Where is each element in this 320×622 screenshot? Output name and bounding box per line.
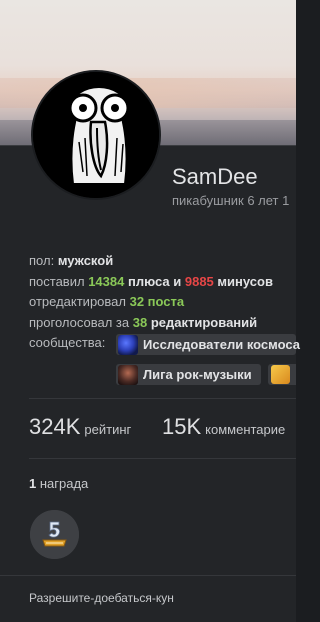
rating-value: 324K [29,414,81,439]
gender-label: пол: [29,253,55,268]
voted-count: 38 [132,314,148,330]
community-chip-space[interactable]: Исследователи космоса [116,334,300,355]
edited-label: отредактировал [29,294,126,309]
communities-label: сообщества: [29,335,106,350]
divider [29,458,296,459]
community-name: Исследователи космоса [143,337,300,352]
community-chip-rock[interactable]: Лига рок-музыки [116,364,261,385]
minuses-count: 9885 [184,273,214,289]
community-chip-more[interactable] [268,364,296,385]
divider [29,398,296,399]
award-5-years-badge[interactable] [30,510,79,559]
community-name: Лига рок-музыки [143,367,252,382]
awards-count: 1 [29,476,37,491]
rating-label: рейтинг [84,422,132,437]
comments-value: 15K [162,414,202,439]
edited-value: 32 поста [129,294,185,309]
divider [0,575,296,576]
gender-value: мужской [57,253,114,268]
comments-label: комментарие [205,422,286,437]
edited-row: отредактировал 32 поста [29,292,273,313]
award-5-years-icon [30,510,79,559]
pluses-count: 14384 [88,273,125,289]
awards-heading: 1 награда [29,476,88,491]
pluses-label: плюса и [127,273,182,289]
gender-row: пол: мужской [29,251,273,272]
voted-suffix: редактирований [150,314,258,330]
avatar[interactable] [31,70,161,200]
awards-label: награда [39,476,89,491]
votes-label: поставил [29,273,85,289]
username: SamDee [172,164,258,189]
rock-community-icon [118,364,138,385]
user-tenure: пикабушник 6 лет 1 [172,193,290,208]
minuses-label: минусов [217,273,273,289]
space-community-icon [118,334,138,355]
votes-row: поставил 14384 плюса и 9885 минусов [29,272,273,293]
rating-stat: 324K рейтинг [29,414,131,440]
user-note: Разрешите-доебаться-кун [29,591,174,605]
comments-stat[interactable]: 15K комментарие [162,414,285,440]
voted-row: проголосовал за 38 редактирований [29,313,273,334]
voted-label: проголосовал за [29,314,130,330]
community-icon [271,365,290,384]
